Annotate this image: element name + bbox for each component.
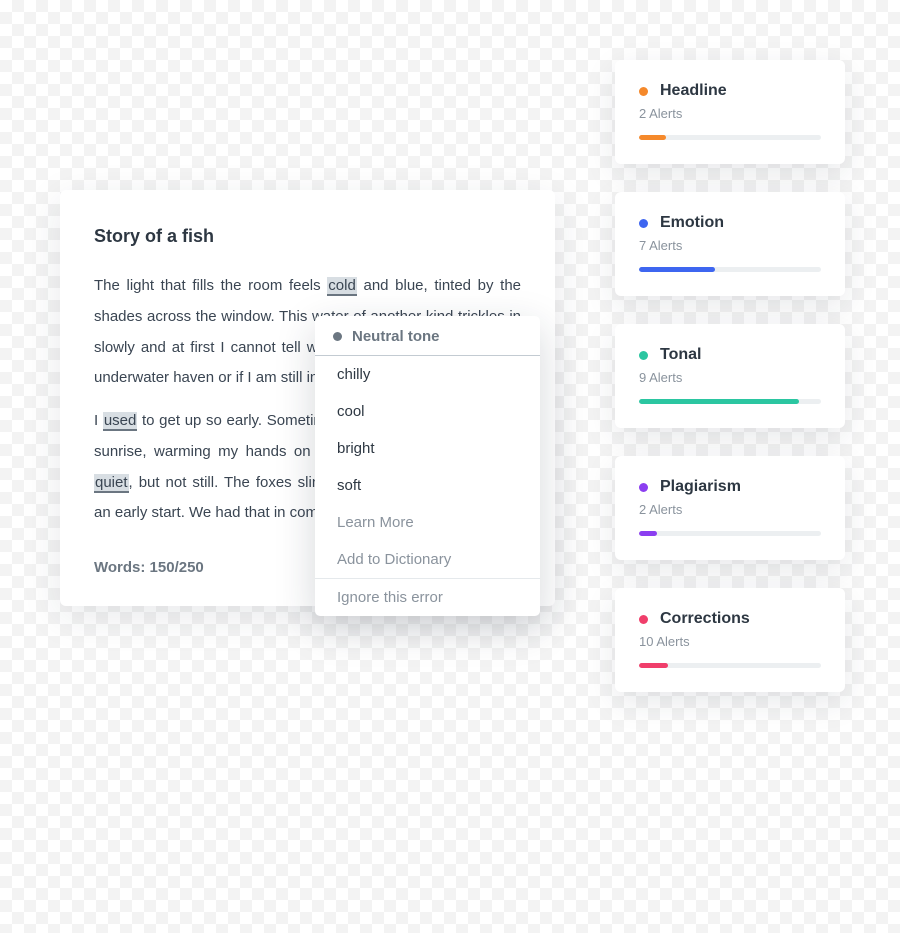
- alert-card-headline[interactable]: Headline 2 Alerts: [615, 60, 845, 164]
- alert-dot-icon: [639, 615, 648, 624]
- alert-progress-fill: [639, 663, 668, 668]
- alert-title: Emotion: [660, 214, 724, 232]
- alert-title-row: Emotion: [639, 214, 821, 232]
- alerts-column: Headline 2 Alerts Emotion 7 Alerts Tonal 9 Al…: [615, 60, 845, 692]
- alert-progress-bar: [639, 531, 821, 536]
- suggestion-option[interactable]: soft: [315, 467, 540, 504]
- alert-progress-fill: [639, 267, 715, 272]
- alert-subtitle: 2 Alerts: [639, 106, 821, 121]
- suggestion-option[interactable]: bright: [315, 430, 540, 467]
- alert-card-plagiarism[interactable]: Plagiarism 2 Alerts: [615, 456, 845, 560]
- highlight-quiet[interactable]: quiet: [94, 474, 129, 493]
- alert-card-tonal[interactable]: Tonal 9 Alerts: [615, 324, 845, 428]
- alert-title-row: Headline: [639, 82, 821, 100]
- alert-title: Tonal: [660, 346, 701, 364]
- alert-card-corrections[interactable]: Corrections 10 Alerts: [615, 588, 845, 692]
- alert-title: Corrections: [660, 610, 750, 628]
- popover-header: Neutral tone: [315, 316, 540, 356]
- learn-more-button[interactable]: Learn More: [315, 504, 540, 541]
- alert-progress-bar: [639, 663, 821, 668]
- suggestion-option[interactable]: cool: [315, 393, 540, 430]
- neutral-tone-icon: [333, 332, 342, 341]
- alert-progress-fill: [639, 399, 799, 404]
- alert-progress-bar: [639, 135, 821, 140]
- alert-subtitle: 10 Alerts: [639, 634, 821, 649]
- popover-title: Neutral tone: [352, 328, 440, 345]
- alert-title-row: Plagiarism: [639, 478, 821, 496]
- text-run: The light that fills the room feels: [94, 277, 327, 294]
- suggestion-popover: Neutral tone chilly cool bright soft Lea…: [315, 316, 540, 616]
- alert-title: Headline: [660, 82, 727, 100]
- alert-progress-bar: [639, 399, 821, 404]
- editor-title: Story of a fish: [94, 226, 521, 247]
- alert-card-emotion[interactable]: Emotion 7 Alerts: [615, 192, 845, 296]
- alert-progress-fill: [639, 135, 666, 140]
- alert-progress-fill: [639, 531, 657, 536]
- alert-progress-bar: [639, 267, 821, 272]
- alert-dot-icon: [639, 483, 648, 492]
- text-run: I: [94, 412, 103, 429]
- alert-title-row: Tonal: [639, 346, 821, 364]
- ignore-error-button[interactable]: Ignore this error: [315, 579, 540, 616]
- suggestion-option[interactable]: chilly: [315, 356, 540, 393]
- alert-dot-icon: [639, 351, 648, 360]
- alert-title-row: Corrections: [639, 610, 821, 628]
- alert-subtitle: 2 Alerts: [639, 502, 821, 517]
- alert-subtitle: 7 Alerts: [639, 238, 821, 253]
- highlight-cold[interactable]: cold: [327, 277, 357, 296]
- alert-dot-icon: [639, 219, 648, 228]
- add-to-dictionary-button[interactable]: Add to Dictionary: [315, 541, 540, 578]
- alert-title: Plagiarism: [660, 478, 741, 496]
- alert-dot-icon: [639, 87, 648, 96]
- highlight-used[interactable]: used: [103, 412, 138, 431]
- alert-subtitle: 9 Alerts: [639, 370, 821, 385]
